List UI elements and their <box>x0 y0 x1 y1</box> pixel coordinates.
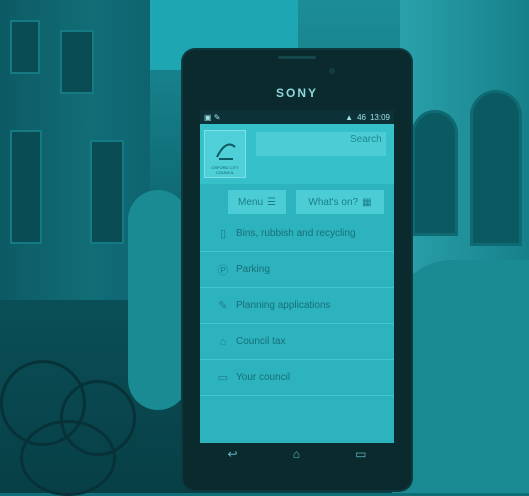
status-icons-left: ▣ ✎ <box>204 112 221 122</box>
services-list: ▯ Bins, rubbish and recycling Ⓟ Parking … <box>200 216 394 396</box>
whats-on-button[interactable]: What's on? ▦ <box>296 190 384 214</box>
nav-row: Menu ☰ What's on? ▦ <box>200 190 394 216</box>
list-item-label: Bins, rubbish and recycling <box>236 228 356 239</box>
crest-icon <box>216 143 236 160</box>
list-item-council-tax[interactable]: ⌂ Council tax <box>200 324 394 360</box>
list-item-label: Council tax <box>236 336 286 347</box>
menu-button[interactable]: Menu ☰ <box>228 190 286 214</box>
phone: SONY ▣ ✎ ▲ 46 13:09 OXFORD CITY COUNCIL … <box>183 50 411 490</box>
window <box>90 140 124 244</box>
battery-icon: 46 <box>357 112 366 122</box>
window <box>10 20 40 74</box>
recents-icon[interactable]: ▭ <box>355 447 366 461</box>
parking-icon: Ⓟ <box>217 264 229 277</box>
android-nav-bar: ↩ ⌂ ▭ <box>200 443 394 465</box>
status-bar: ▣ ✎ ▲ 46 13:09 <box>200 110 394 124</box>
back-icon[interactable]: ↩ <box>228 447 238 461</box>
window <box>60 30 94 94</box>
bin-icon: ▯ <box>219 228 227 240</box>
bicycle-wheel <box>20 420 116 496</box>
archway <box>470 90 522 246</box>
hand-right <box>392 260 529 493</box>
list-item-planning[interactable]: ✎ Planning applications <box>200 288 394 324</box>
clock: 13:09 <box>369 112 390 122</box>
phone-brand: SONY <box>275 86 318 100</box>
app-header: OXFORD CITY COUNCIL Search Menu ☰ What's… <box>200 124 394 214</box>
logo-text: OXFORD CITY COUNCIL <box>211 165 239 175</box>
council-tax-icon: ⌂ <box>219 335 227 348</box>
calendar-icon: ▦ <box>362 196 372 208</box>
home-icon[interactable]: ⌂ <box>293 447 300 461</box>
whats-on-label: What's on? <box>308 196 359 208</box>
list-item-parking[interactable]: Ⓟ Parking <box>200 252 394 288</box>
your-council-icon: ▭ <box>217 372 229 384</box>
speaker <box>278 56 316 59</box>
list-item-your-council[interactable]: ▭ Your council <box>200 360 394 396</box>
menu-label: Menu <box>238 196 264 208</box>
hand-left <box>128 190 188 410</box>
search-button[interactable]: Search <box>350 134 382 145</box>
planning-icon: ✎ <box>218 300 228 312</box>
signal-icon: ▲ <box>345 112 354 122</box>
window <box>10 130 42 244</box>
hamburger-icon: ☰ <box>267 196 276 208</box>
phone-screen: ▣ ✎ ▲ 46 13:09 OXFORD CITY COUNCIL Searc… <box>200 110 394 443</box>
list-item-label: Your council <box>236 372 291 383</box>
archway <box>412 110 458 236</box>
list-item-label: Parking <box>236 264 270 275</box>
council-logo[interactable]: OXFORD CITY COUNCIL <box>204 130 246 178</box>
list-item-bins[interactable]: ▯ Bins, rubbish and recycling <box>200 216 394 252</box>
camera <box>329 68 335 74</box>
list-item-label: Planning applications <box>236 300 331 311</box>
